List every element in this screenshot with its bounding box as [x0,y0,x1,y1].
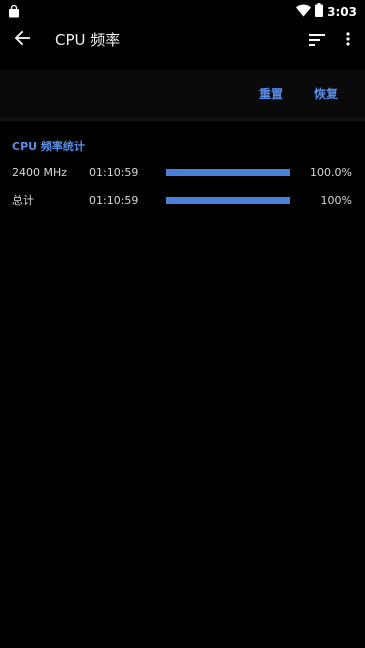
frequency-label: 2400 MHz [12,166,68,179]
wifi-icon [296,2,312,21]
usage-bar [166,169,290,176]
battery-icon [315,2,324,21]
time-in-state: 01:10:59 [89,166,139,179]
app-bar: CPU 频率 [0,20,365,60]
sort-button[interactable] [306,28,328,52]
stat-row-total: 总计 01:10:59 100% [0,192,365,210]
back-button[interactable] [10,28,34,52]
total-usage-bar [166,197,290,204]
usage-bar-fill [166,169,290,176]
restore-button[interactable]: 恢复 [314,85,338,103]
status-time: 3:03 [327,4,357,19]
status-bar: 3:03 [0,0,365,20]
more-vert-icon [346,31,350,50]
usage-percent: 100.0% [310,166,352,179]
action-toolbar: 重置 恢复 [0,70,365,121]
page-title: CPU 频率 [55,31,121,49]
back-arrow-icon [14,30,30,50]
sort-icon [309,31,325,50]
more-options-button[interactable] [338,28,358,52]
stat-row-2400mhz: 2400 MHz 01:10:59 100.0% [0,164,365,182]
reset-button[interactable]: 重置 [259,85,283,103]
total-time: 01:10:59 [89,194,139,207]
total-label: 总计 [12,194,34,207]
section-title: CPU 频率统计 [12,140,85,153]
total-usage-bar-fill [166,197,290,204]
total-percent: 100% [320,194,352,207]
